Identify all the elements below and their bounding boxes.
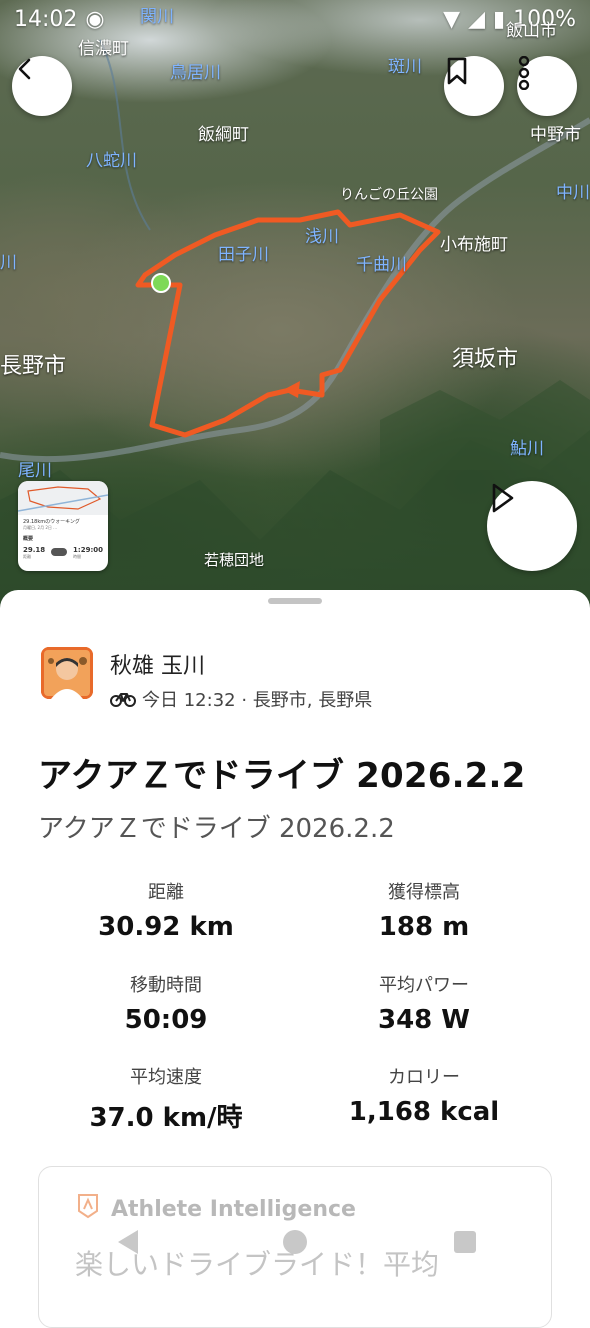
- status-bar: 14:02 ◉ ▼ ◢ ▮ 100%: [14, 4, 576, 34]
- athlete-name[interactable]: 秋雄 玉川: [110, 648, 205, 680]
- activity-meta-text: 今日 12:32 · 長野市, 長野県: [142, 690, 373, 711]
- thumbnail-distance: 29.18: [23, 546, 46, 554]
- stat-avg-power: 平均パワー 348 W: [304, 971, 544, 1035]
- map-label-nakano: 中野市: [530, 125, 581, 145]
- bookmark-button[interactable]: [444, 56, 504, 116]
- map-label-shinano: 信濃町: [78, 39, 129, 59]
- notification-icon: ◉: [85, 6, 105, 32]
- river-label-chikuma: 千曲川: [356, 255, 407, 275]
- activity-description: アクアＺでドライブ 2026.2.2: [38, 814, 395, 844]
- stat-label: 平均速度: [130, 1067, 202, 1088]
- stat-label: 距離: [148, 882, 184, 903]
- river-label-hachija: 八蛇川: [86, 151, 137, 171]
- route-direction-arrow: [283, 381, 300, 398]
- thumbnail-map: [18, 481, 108, 515]
- stat-value: 1,168 kcal: [348, 1097, 500, 1127]
- more-options-button[interactable]: [517, 56, 577, 116]
- status-time: 14:02: [14, 6, 78, 32]
- athlete-intelligence-title: Athlete Intelligence: [111, 1197, 356, 1222]
- map-label-nagano: 長野市: [0, 354, 67, 379]
- bookmark-icon: [447, 57, 467, 85]
- nav-recents-icon: [454, 1231, 476, 1253]
- stat-calories: カロリー 1,168 kcal: [304, 1063, 544, 1127]
- chevron-left-icon: [18, 58, 31, 80]
- stat-value: 50:09: [124, 1005, 208, 1035]
- system-nav-bar: [0, 1225, 590, 1259]
- river-label-tago: 田子川: [218, 245, 269, 265]
- thumbnail-title: 29.18kmのウォーキング: [23, 519, 80, 525]
- stat-label: 移動時間: [130, 975, 202, 996]
- athlete-photo: [41, 647, 93, 699]
- stat-value: 348 W: [377, 1005, 470, 1035]
- map-label-obuse: 小布施町: [440, 235, 508, 255]
- stat-avg-speed: 平均速度 37.0 km/時: [46, 1063, 286, 1134]
- map-label-suzaka: 須坂市: [452, 347, 519, 372]
- stat-value: 188 m: [378, 912, 470, 942]
- stat-label: カロリー: [388, 1067, 460, 1088]
- start-marker: [151, 273, 171, 293]
- river-label-nakagawa: 中川: [556, 183, 590, 203]
- stat-moving-time: 移動時間 50:09: [46, 971, 286, 1035]
- wifi-icon: ▼: [443, 6, 461, 32]
- bicycle-icon: [110, 693, 136, 707]
- stat-distance: 距離 30.92 km: [46, 878, 286, 942]
- stat-value: 37.0 km/時: [89, 1103, 243, 1133]
- river-label-torii: 鳥居川: [170, 63, 221, 83]
- activity-sheet: 秋雄 玉川 今日 12:32 · 長野市, 長野県 アクアＺでドライブ 2026…: [0, 590, 590, 1328]
- nav-back-icon: [118, 1230, 138, 1254]
- river-label-left: 川: [0, 253, 17, 273]
- stat-label: 平均パワー: [379, 975, 469, 996]
- stat-elevation-gain: 獲得標高 188 m: [304, 878, 544, 942]
- thumbnail-distance-label: 距離: [23, 554, 31, 559]
- map-label-wakaho: 若穂団地: [204, 551, 265, 569]
- river-label-asakawa: 浅川: [305, 227, 339, 247]
- thumbnail-date: 月曜日, 2月 2日 …: [23, 525, 58, 530]
- nav-home-icon: [283, 1230, 307, 1254]
- river-label-ayu: 鮎川: [510, 439, 544, 459]
- thumbnail-toggle-icon: [51, 548, 68, 556]
- play-flyover-button[interactable]: [487, 481, 577, 571]
- sheet-drag-handle[interactable]: [268, 598, 322, 604]
- thumbnail-section: 概要: [23, 536, 34, 542]
- thumbnail-time-label: 時間: [73, 554, 82, 559]
- activity-thumbnail[interactable]: 29.18kmのウォーキング 月曜日, 2月 2日 … 概要 29.18 距離 …: [18, 481, 108, 571]
- battery-icon: ▮: [492, 6, 506, 32]
- river-label-madara: 斑川: [388, 57, 422, 77]
- athlete-intelligence-icon: [78, 1194, 98, 1219]
- activity-meta: 今日 12:32 · 長野市, 長野県: [110, 686, 372, 712]
- avatar[interactable]: [41, 647, 93, 699]
- signal-icon: ◢: [468, 6, 485, 32]
- play-icon: [492, 483, 514, 513]
- stat-value: 30.92 km: [98, 912, 234, 942]
- route-line: [135, 209, 441, 438]
- more-vertical-icon: [518, 56, 530, 90]
- back-button[interactable]: [12, 56, 72, 116]
- map-label-ringo: りんごの丘公園: [340, 187, 438, 203]
- activity-title: アクアＺでドライブ 2026.2.2: [38, 756, 526, 796]
- thumbnail-time: 1:29:00: [73, 546, 103, 554]
- route-map[interactable]: 14:02 ◉ ▼ ◢ ▮ 100% 信濃町 飯山市 飯綱町 中野市 りんごの丘…: [0, 0, 590, 610]
- river-label-seki: 関川: [140, 7, 174, 27]
- map-label-iizuna: 飯綱町: [198, 125, 249, 145]
- river-label-o: 尾川: [18, 461, 52, 481]
- stat-label: 獲得標高: [388, 882, 460, 903]
- map-label-iiyama: 飯山市: [506, 21, 557, 41]
